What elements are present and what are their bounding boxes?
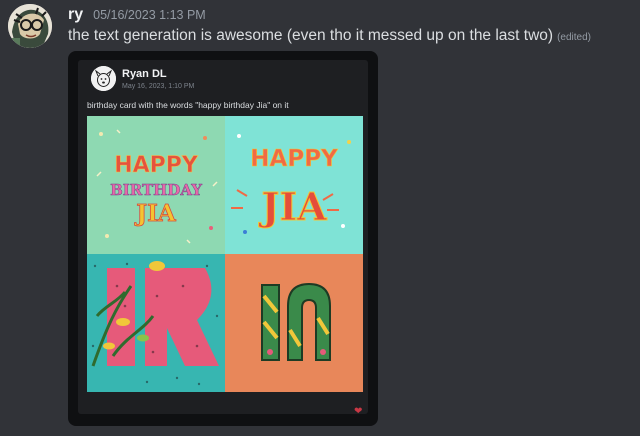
image-attachment[interactable]: Ryan DL May 16, 2023, 1:10 PM birthday c… (68, 51, 378, 426)
edited-label: (edited) (557, 32, 591, 43)
avatar-illustration (8, 4, 52, 48)
panel2-line1: HAPPY (250, 146, 338, 172)
image-panel-4[interactable] (225, 254, 363, 392)
panel1-line2: BIRTHDAY (110, 181, 202, 199)
embed-author-avatar (91, 66, 116, 91)
image-panel-1[interactable]: HAPPY BIRTHDAY JIA (87, 116, 225, 254)
embed-author-name: Ryan DL (122, 68, 167, 80)
panel1-line1: HAPPY (114, 153, 199, 178)
image-panel-3[interactable] (87, 254, 225, 392)
message-text: the text generation is awesome (even tho… (68, 27, 554, 44)
generated-image-grid[interactable]: HAPPY BIRTHDAY JIA HAPPY JIA (87, 116, 363, 392)
chat-message: ry 05/16/2023 1:13 PM the text generatio… (0, 0, 640, 436)
heart-icon[interactable]: ❤ (354, 407, 362, 417)
panel2-line2: JIA (258, 184, 327, 229)
message-content: the text generation is awesome (even tho… (68, 27, 591, 45)
dog-avatar-icon (91, 66, 116, 91)
message-timestamp[interactable]: 05/16/2023 1:13 PM (93, 8, 206, 22)
user-avatar[interactable] (8, 4, 52, 48)
embed-date: May 16, 2023, 1:10 PM (122, 83, 195, 90)
message-header: ry 05/16/2023 1:13 PM (68, 6, 206, 26)
image-panel-2[interactable]: HAPPY JIA (225, 116, 363, 254)
panel1-line3: JIA (134, 200, 177, 227)
username[interactable]: ry (68, 6, 83, 24)
screenshot-embed: Ryan DL May 16, 2023, 1:10 PM birthday c… (78, 60, 368, 417)
embed-prompt-text: birthday card with the words "happy birt… (87, 100, 289, 110)
